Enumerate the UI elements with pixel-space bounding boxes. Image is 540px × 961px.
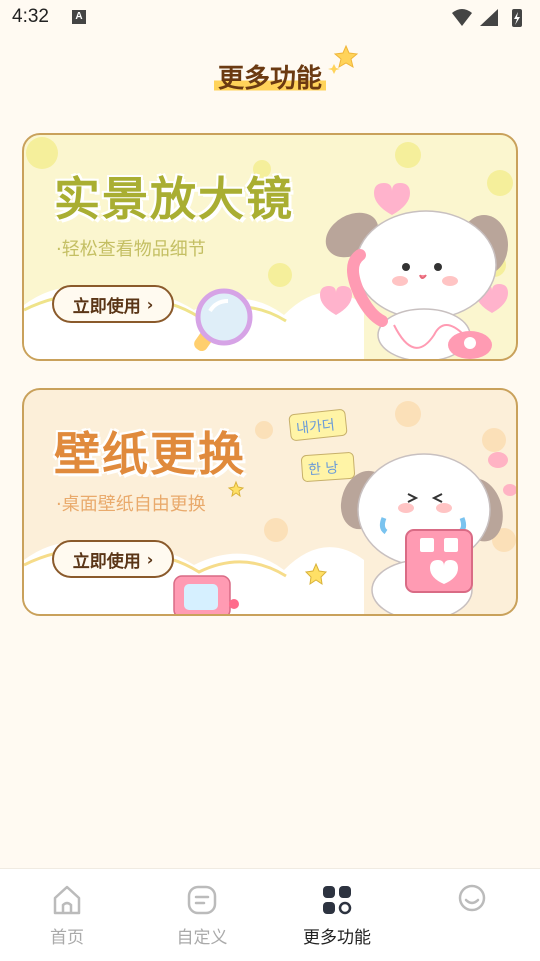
sparkle-icon — [328, 44, 359, 74]
page-title: 更多功能 — [0, 58, 540, 95]
status-icons — [452, 9, 522, 27]
nav-label: 更多功能 — [303, 928, 371, 948]
nav-tab-profile[interactable] — [422, 883, 522, 923]
magnifier-card[interactable]: 实景放大镜 ·轻松查看物品细节 立即使用 › — [22, 133, 518, 361]
magnifier-icon — [194, 288, 253, 352]
page-title-text: 更多功能 — [213, 64, 326, 94]
customize-icon — [187, 885, 217, 915]
grid-icon — [323, 886, 352, 915]
status-time: 4:32 — [12, 6, 49, 27]
puppy-device-illustration: 내가더 한 낭 — [173, 409, 516, 614]
smiley-icon — [458, 884, 486, 912]
wallpaper-card[interactable]: 壁纸更换 ·桌面壁纸自由更换 立即使用 › 내가더 한 낭 — [22, 388, 518, 616]
home-icon — [53, 885, 81, 915]
bottom-nav: 首页 自定义 更多功能 — [0, 868, 540, 961]
notification-icon: A — [72, 10, 86, 24]
nav-label: 首页 — [50, 928, 84, 948]
nav-tab-customize[interactable]: 自定义 — [152, 883, 252, 948]
sticker-text: 한 낭 — [308, 460, 339, 478]
puppy-phone-illustration — [194, 183, 508, 359]
nav-tab-home[interactable]: 首页 — [17, 883, 117, 948]
signal-icon — [480, 9, 498, 26]
nav-tab-more-features[interactable]: 更多功能 — [287, 883, 387, 948]
wifi-icon — [452, 9, 472, 26]
status-bar: 4:32 A — [0, 0, 540, 36]
nav-label: 自定义 — [176, 928, 228, 948]
